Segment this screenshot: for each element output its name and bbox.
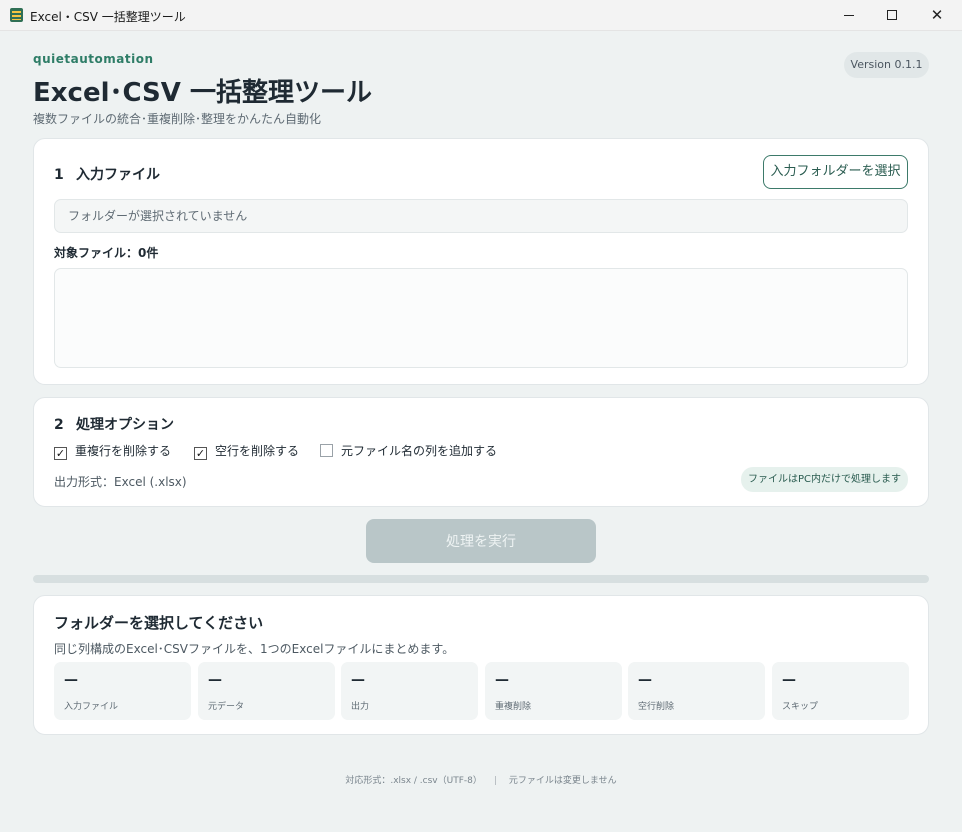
local-processing-badge: ファイルはPC内だけで処理します — [741, 467, 908, 492]
status-title: フォルダーを選択してください — [54, 614, 264, 632]
remove-duplicates-option[interactable]: ✓ 重複行を削除する — [54, 442, 172, 460]
page-title: Excel･CSV 一括整理ツール — [33, 78, 372, 108]
minimize-button[interactable] — [826, 0, 872, 31]
stat-label: 元データ — [208, 702, 245, 712]
maximize-button[interactable] — [870, 0, 916, 31]
stat-label: 空行削除 — [638, 702, 675, 712]
option-label: 元ファイル名の列を追加する — [341, 444, 498, 458]
source-unchanged-note: 元ファイルは変更しません — [508, 776, 617, 786]
maximize-icon — [887, 10, 897, 20]
file-list[interactable] — [54, 268, 908, 368]
stat-source-data: — 元データ — [198, 662, 335, 720]
section-title: 処理オプション — [76, 417, 174, 433]
minimize-icon — [844, 15, 854, 16]
stat-value: — — [64, 672, 78, 688]
stat-value: — — [351, 672, 365, 688]
footer: 対応形式：.xlsx / .csv（UTF-8） | 元ファイルは変更しません — [0, 773, 962, 786]
stat-value: — — [782, 672, 796, 688]
window-titlebar: Excel・CSV 一括整理ツール ✕ — [0, 0, 962, 31]
remove-empty-rows-checkbox[interactable]: ✓ — [194, 447, 207, 460]
footer-separator: | — [493, 776, 497, 786]
stat-label: スキップ — [782, 702, 819, 712]
remove-empty-rows-option[interactable]: ✓ 空行を削除する — [194, 442, 300, 460]
output-format-label: 出力形式：Excel (.xlsx) — [54, 475, 187, 489]
stat-label: 重複削除 — [495, 702, 532, 712]
select-input-folder-button[interactable]: 入力フォルダーを選択 — [763, 155, 908, 189]
stat-empty-rows-removed: — 空行削除 — [628, 662, 765, 720]
add-source-filename-option[interactable]: 元ファイル名の列を追加する — [320, 442, 497, 458]
status-description: 同じ列構成のExcel･CSVファイルを、1つのExcelファイルにまとめます。 — [54, 642, 455, 656]
stat-value: — — [495, 672, 509, 688]
version-badge: Version 0.1.1 — [844, 52, 929, 78]
stat-duplicates-removed: — 重複削除 — [485, 662, 622, 720]
add-source-filename-checkbox[interactable] — [320, 444, 333, 457]
stat-value: — — [208, 672, 222, 688]
close-button[interactable]: ✕ — [915, 0, 961, 31]
window-title: Excel・CSV 一括整理ツール — [30, 10, 186, 24]
section-number: 2 — [54, 417, 64, 433]
stat-label: 出力 — [351, 702, 370, 712]
input-files-card: 1 入力ファイル 入力フォルダーを選択 対象ファイル：0件 — [33, 138, 929, 385]
progress-bar — [33, 575, 929, 583]
section-number: 1 — [54, 167, 64, 183]
stat-output: — 出力 — [341, 662, 478, 720]
remove-duplicates-checkbox[interactable]: ✓ — [54, 447, 67, 460]
stat-label: 入力ファイル — [64, 702, 119, 712]
brand-name: quietautomation — [33, 52, 154, 66]
stat-value: — — [638, 672, 652, 688]
target-file-count: 対象ファイル：0件 — [54, 246, 159, 260]
option-label: 空行を削除する — [215, 444, 300, 458]
page-subtitle: 複数ファイルの統合･重複削除･整理をかんたん自動化 — [33, 112, 322, 126]
stat-skipped: — スキップ — [772, 662, 909, 720]
close-icon: ✕ — [930, 6, 944, 24]
spreadsheet-app-icon — [10, 8, 23, 22]
status-card: フォルダーを選択してください 同じ列構成のExcel･CSVファイルを、1つのE… — [33, 595, 929, 735]
stat-input-files: — 入力ファイル — [54, 662, 191, 720]
option-label: 重複行を削除する — [75, 444, 172, 458]
folder-path-field[interactable] — [54, 199, 908, 233]
run-process-button[interactable]: 処理を実行 — [366, 519, 596, 563]
section-title: 入力ファイル — [76, 167, 160, 183]
options-card: 2 処理オプション ✓ 重複行を削除する ✓ 空行を削除する 元ファイル名の列を追加す… — [33, 397, 929, 507]
options-section-heading: 2 処理オプション — [54, 414, 174, 434]
input-section-heading: 1 入力ファイル — [54, 164, 160, 184]
supported-formats: 対応形式：.xlsx / .csv（UTF-8） — [345, 776, 482, 786]
